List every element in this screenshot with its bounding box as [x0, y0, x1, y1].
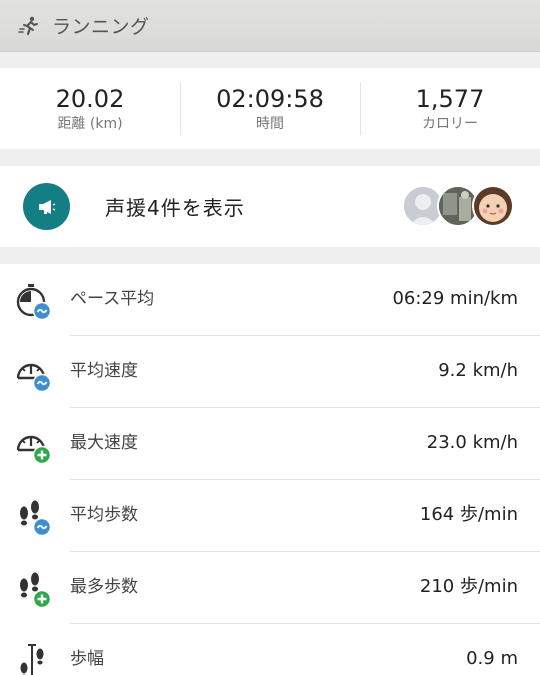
stat-time-label: 時間	[256, 115, 284, 132]
megaphone-icon	[23, 183, 70, 230]
summary-stats: 20.02 距離 (km) 02:09:58 時間 1,577 カロリー	[0, 68, 540, 149]
stat-calories: 1,577 カロリー	[360, 68, 540, 149]
cheers-row[interactable]: 声援4件を表示	[0, 166, 540, 247]
metric-label: 歩幅	[70, 649, 104, 669]
metric-label: 平均速度	[70, 361, 138, 381]
metric-label: 最多歩数	[70, 577, 138, 597]
metric-value: 9.2 km/h	[438, 360, 518, 381]
speedometer-icon	[14, 354, 54, 394]
metric-row-max-speed[interactable]: 最大速度 23.0 km/h	[0, 408, 540, 480]
metric-value: 0.9 m	[466, 648, 518, 669]
metric-row-max-cadence[interactable]: 最多歩数 210 歩/min	[0, 552, 540, 624]
avatar	[472, 185, 514, 227]
stat-time: 02:09:58 時間	[180, 68, 360, 149]
metric-label: 平均歩数	[70, 505, 138, 525]
stat-distance-value: 20.02	[55, 84, 125, 113]
footprints-icon	[14, 498, 54, 538]
metric-value: 23.0 km/h	[426, 432, 518, 453]
metric-label: 最大速度	[70, 433, 138, 453]
stat-calories-label: カロリー	[422, 115, 478, 132]
running-icon	[18, 15, 40, 37]
cheer-avatars	[402, 185, 514, 227]
stopwatch-icon	[14, 282, 54, 322]
metric-row-avg-pace[interactable]: ペース平均 06:29 min/km	[0, 264, 540, 336]
stat-distance-label: 距離 (km)	[57, 115, 123, 132]
page-title: ランニング	[52, 16, 150, 38]
metrics-list: ペース平均 06:29 min/km 平均速度 9.2 km/h 最大速度 23…	[0, 264, 540, 675]
metric-value: 06:29 min/km	[392, 288, 518, 309]
metric-row-stride[interactable]: 歩幅 0.9 m	[0, 624, 540, 675]
metric-label: ペース平均	[70, 289, 155, 309]
footprints-icon	[14, 570, 54, 610]
stat-time-value: 02:09:58	[216, 84, 324, 113]
cheers-label: 声援4件を表示	[105, 196, 245, 220]
metric-row-avg-cadence[interactable]: 平均歩数 164 歩/min	[0, 480, 540, 552]
stride-icon	[14, 642, 54, 675]
stat-calories-value: 1,577	[415, 84, 485, 113]
metric-value: 210 歩/min	[419, 576, 518, 597]
metric-row-avg-speed[interactable]: 平均速度 9.2 km/h	[0, 336, 540, 408]
app-header: ランニング	[0, 0, 540, 52]
stat-distance: 20.02 距離 (km)	[0, 68, 180, 149]
speedometer-icon	[14, 426, 54, 466]
metric-value: 164 歩/min	[419, 504, 518, 525]
